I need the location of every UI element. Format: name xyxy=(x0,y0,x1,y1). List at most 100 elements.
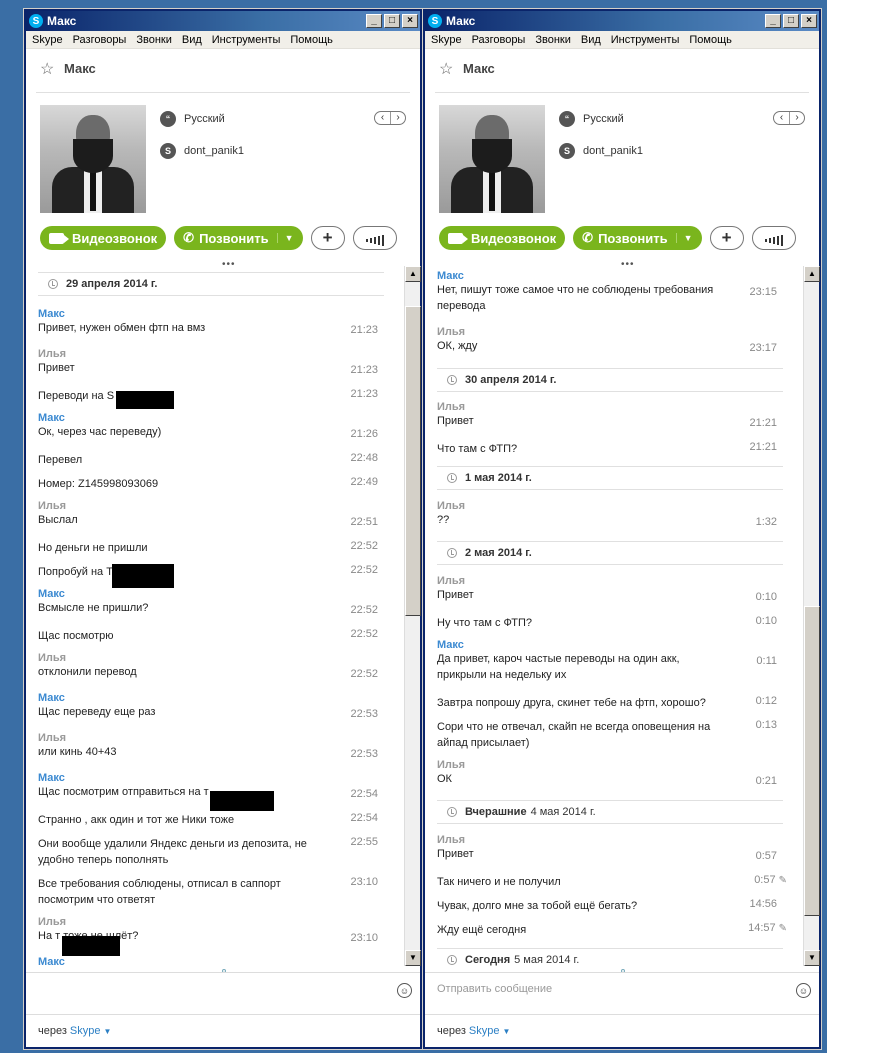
message-time: 0:57 xyxy=(755,850,777,862)
menu-view[interactable]: Вид xyxy=(581,34,601,46)
skype-id-row: S dont_panik1 xyxy=(559,143,643,159)
video-call-button[interactable]: Видеозвонок xyxy=(40,226,167,250)
maximize-button[interactable]: □ xyxy=(783,14,799,28)
chevron-down-icon[interactable]: ▼ xyxy=(103,1027,111,1036)
close-button[interactable]: × xyxy=(801,14,817,28)
menu-view[interactable]: Вид xyxy=(182,34,202,46)
favorite-star-icon[interactable]: ☆ xyxy=(40,59,54,79)
message-time: 22:53 xyxy=(350,748,378,760)
scroll-down-arrow-icon[interactable]: ▼ xyxy=(804,950,820,966)
call-button[interactable]: ✆ Позвонить ▼ xyxy=(174,226,303,250)
menu-calls[interactable]: Звонки xyxy=(136,34,172,46)
skype-icon: S xyxy=(559,143,575,159)
scroll-down-arrow-icon[interactable]: ▼ xyxy=(405,950,421,966)
video-call-label: Видеозвонок xyxy=(72,230,158,246)
message-text: Так ничего и не получил xyxy=(437,876,561,888)
message-text: Ок, через час переведу) xyxy=(38,426,162,438)
message-input-placeholder: Отправить сообщение xyxy=(437,983,553,995)
message-text: Привет xyxy=(437,589,474,601)
menu-tools[interactable]: Инструменты xyxy=(212,34,281,46)
message-text: Завтра попрошу друга, скинет тебе на фтп… xyxy=(437,697,706,709)
call-button[interactable]: ✆ Позвонить ▼ xyxy=(573,226,702,250)
chevron-down-icon[interactable]: ▼ xyxy=(276,233,294,243)
menu-help[interactable]: Помощь xyxy=(689,34,732,46)
menu-tools[interactable]: Инструменты xyxy=(611,34,680,46)
favorite-star-icon[interactable]: ☆ xyxy=(439,59,453,79)
message-input[interactable]: ☺ xyxy=(26,972,420,1014)
menu-conversations[interactable]: Разговоры xyxy=(472,34,526,46)
call-quality-signal-icon[interactable] xyxy=(751,226,796,250)
message-text: Номер: Z145998093069 xyxy=(38,478,159,490)
video-camera-icon xyxy=(448,232,468,244)
video-call-button[interactable]: Видеозвонок xyxy=(439,226,566,250)
message-text: ?? xyxy=(437,514,450,526)
menu-skype[interactable]: Skype xyxy=(32,34,63,46)
minimize-button[interactable]: _ xyxy=(765,14,781,28)
prev-arrow-icon[interactable]: ‹ xyxy=(375,112,390,124)
video-call-label: Видеозвонок xyxy=(471,230,557,246)
date-label: 1 мая 2014 г. xyxy=(465,472,532,484)
message-time-wrap: 0:57 ✎ xyxy=(754,874,787,886)
chat-scrollbar[interactable]: ▲ ▼ xyxy=(803,266,820,966)
minimize-button[interactable]: _ xyxy=(366,14,382,28)
message-input[interactable]: Отправить сообщение ☺ xyxy=(425,972,819,1014)
sender-name: Илья xyxy=(437,326,466,338)
scroll-up-arrow-icon[interactable]: ▲ xyxy=(804,266,820,282)
maximize-button[interactable]: □ xyxy=(384,14,400,28)
menu-calls[interactable]: Звонки xyxy=(535,34,571,46)
clock-icon xyxy=(48,279,58,289)
sender-name: Илья xyxy=(437,759,466,771)
message-group: Илья?? 1:32 xyxy=(437,500,789,528)
prev-arrow-icon[interactable]: ‹ xyxy=(774,112,789,124)
emoticon-icon[interactable]: ☺ xyxy=(397,983,412,998)
profile-panel: “ Русский S dont_panik1 ‹ › Видеозвонок … xyxy=(425,93,819,250)
emoticon-icon[interactable]: ☺ xyxy=(796,983,811,998)
menu-skype[interactable]: Skype xyxy=(431,34,462,46)
message-group: Илья Привет 21:23 xyxy=(38,348,390,376)
date-separator: 1 мая 2014 г. xyxy=(437,466,783,490)
date-label: 29 апреля 2014 г. xyxy=(66,278,158,290)
avatar[interactable] xyxy=(439,105,545,213)
message-time-wrap: 14:57 ✎ xyxy=(748,922,787,934)
avatar[interactable] xyxy=(40,105,146,213)
message-time: 21:23 xyxy=(350,388,378,400)
next-arrow-icon[interactable]: › xyxy=(390,112,405,124)
sender-name: Макс xyxy=(38,772,65,784)
chat-scrollbar[interactable]: ▲ ▼ xyxy=(404,266,421,966)
sender-name: Макс xyxy=(437,270,464,282)
message-time: 21:26 xyxy=(350,428,378,440)
menu-bar: Skype Разговоры Звонки Вид Инструменты П… xyxy=(26,31,420,49)
skype-link[interactable]: Skype xyxy=(70,1025,101,1037)
message-time: 14:56 xyxy=(749,898,777,910)
date-separator: Вчерашние 4 мая 2014 г. xyxy=(437,800,783,824)
date-text: 5 мая 2014 г. xyxy=(514,954,580,966)
date-label: Сегодня xyxy=(465,954,511,966)
chevron-down-icon[interactable]: ▼ xyxy=(675,233,693,243)
scroll-up-arrow-icon[interactable]: ▲ xyxy=(405,266,421,282)
scroll-thumb[interactable] xyxy=(405,306,421,616)
title-bar[interactable]: S Макс _ □ × xyxy=(425,11,819,31)
call-quality-signal-icon[interactable] xyxy=(352,226,397,250)
menu-help[interactable]: Помощь xyxy=(290,34,333,46)
message-group: Илья Выслал 22:51 xyxy=(38,500,390,528)
next-arrow-icon[interactable]: › xyxy=(789,112,804,124)
message-text: Все требования соблюдены, отписал в сапп… xyxy=(38,878,281,906)
message-time: 1:32 xyxy=(755,516,777,528)
chevron-down-icon[interactable]: ▼ xyxy=(502,1027,510,1036)
clock-icon xyxy=(447,548,457,558)
title-bar[interactable]: S Макс _ □ × xyxy=(26,11,420,31)
redaction-box xyxy=(116,391,174,409)
skype-link[interactable]: Skype xyxy=(469,1025,500,1037)
close-button[interactable]: × xyxy=(402,14,418,28)
message-text: Выслал xyxy=(38,514,78,526)
menu-conversations[interactable]: Разговоры xyxy=(73,34,127,46)
scroll-thumb[interactable] xyxy=(804,606,820,916)
footer-via: через xyxy=(437,1025,466,1037)
message-time: 0:57 xyxy=(754,874,776,886)
add-button[interactable]: + xyxy=(310,226,345,250)
message-group: Илья или кинь 40+43 22:53 xyxy=(38,732,390,760)
message-text: Щас переведу еще раз xyxy=(38,706,156,718)
add-button[interactable]: + xyxy=(709,226,744,250)
redaction-box xyxy=(210,791,274,811)
message-time: 23:10 xyxy=(350,876,378,888)
